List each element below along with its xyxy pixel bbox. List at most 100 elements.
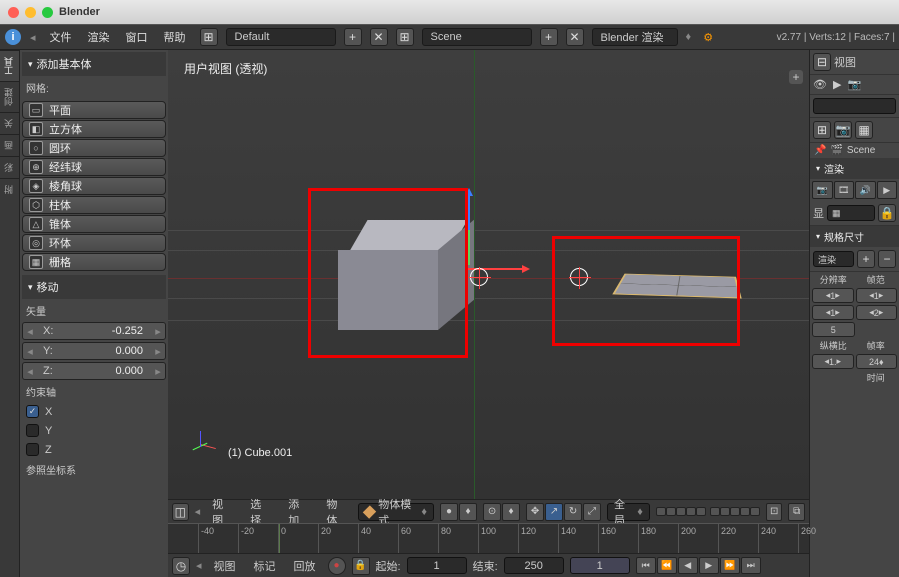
res-pct-field[interactable]: 5	[812, 322, 855, 337]
scene-field[interactable]: Scene	[422, 28, 532, 46]
layers-grid[interactable]	[656, 507, 760, 516]
preset-add-icon[interactable]: +	[857, 250, 875, 268]
engine-dropdown[interactable]: Blender 渲染	[592, 28, 678, 46]
minimize-window-icon[interactable]	[25, 7, 36, 18]
outliner-view-label[interactable]: 视图	[834, 54, 896, 70]
tab-create[interactable]: 创建	[0, 81, 19, 112]
tab-animation[interactable]: 画	[0, 134, 19, 156]
properties-editor-icon[interactable]: ⊞	[813, 121, 831, 139]
scene-add-icon[interactable]: +	[540, 28, 558, 46]
scene-browse-icon[interactable]: ⊞	[396, 28, 414, 46]
next-key-icon[interactable]: ⏩	[720, 557, 740, 574]
mesh-cylinder-button[interactable]: ⬡柱体	[22, 196, 166, 214]
layout-add-icon[interactable]: +	[344, 28, 362, 46]
scene-node[interactable]: 📌 🎬 Scene	[810, 143, 899, 158]
vec-x-field[interactable]: ◂X:-0.252▸	[22, 322, 166, 340]
tab-tools[interactable]: 工具	[0, 50, 19, 81]
render-panel-header[interactable]: 渲染	[810, 158, 899, 179]
lock-icon[interactable]: 🔒	[352, 557, 370, 575]
menu-tl-marker[interactable]: 标记	[248, 556, 282, 576]
render-context-icon[interactable]: 📷	[834, 121, 852, 139]
menu-help[interactable]: 帮助	[158, 26, 192, 48]
layout-remove-icon[interactable]: ✕	[370, 28, 388, 46]
mesh-circle-button[interactable]: ○圆环	[22, 139, 166, 157]
manipulator-rotate-icon[interactable]: ↻	[564, 503, 582, 521]
current-frame-field[interactable]: 1	[570, 557, 630, 574]
gizmo-z-axis-icon[interactable]	[468, 190, 470, 230]
properties-toggle-icon[interactable]: +	[789, 70, 803, 84]
mesh-cube-button[interactable]: ◧立方体	[22, 120, 166, 138]
mesh-cone-button[interactable]: △锥体	[22, 215, 166, 233]
menu-tl-playback[interactable]: 回放	[288, 556, 322, 576]
pin-icon[interactable]: 📌	[814, 145, 826, 156]
play-button[interactable]: ▶	[877, 181, 898, 199]
tab-grease[interactable]: 附	[0, 178, 19, 200]
preset-dropdown[interactable]: 渲染	[813, 251, 854, 267]
res-y-field[interactable]: ◂ 1 ▸	[812, 305, 854, 320]
mesh-plane-button[interactable]: ▭平面	[22, 101, 166, 119]
preset-remove-icon[interactable]: −	[878, 250, 896, 268]
layout-field[interactable]: Default	[226, 28, 336, 46]
prev-key-icon[interactable]: ⏪	[657, 557, 677, 574]
vec-z-field[interactable]: ◂Z:0.000▸	[22, 362, 166, 380]
tab-physics[interactable]: 彩	[0, 156, 19, 178]
lock-camera-icon[interactable]: ⊡	[766, 503, 783, 521]
layout-browse-icon[interactable]: ⊞	[200, 28, 218, 46]
vec-y-field[interactable]: ◂Y:0.000▸	[22, 342, 166, 360]
end-frame-field[interactable]: 250	[504, 557, 564, 574]
menu-render[interactable]: 渲染	[82, 26, 116, 48]
constraint-x-checkbox[interactable]: ✓X	[22, 403, 166, 420]
tab-relations[interactable]: 关	[0, 112, 19, 134]
outliner-search[interactable]	[810, 95, 899, 118]
audio-button[interactable]: 🔊	[855, 181, 876, 199]
menu-file[interactable]: 文件	[44, 26, 78, 48]
maximize-window-icon[interactable]	[42, 7, 53, 18]
play-reverse-icon[interactable]: ◀	[678, 557, 698, 574]
fps-field[interactable]: 24 ♦	[856, 354, 898, 369]
mesh-icosphere-button[interactable]: ◈棱角球	[22, 177, 166, 195]
constraint-y-checkbox[interactable]: Y	[22, 422, 166, 439]
snap-icon[interactable]: ⧉	[788, 503, 805, 521]
3d-cursor-icon[interactable]	[470, 268, 488, 286]
close-window-icon[interactable]	[8, 7, 19, 18]
manipulator-toggle-icon[interactable]: ✥	[526, 503, 544, 521]
res-x-field[interactable]: ◂ 1 ▸	[812, 288, 854, 303]
pivot-icon[interactable]: ⊙	[483, 503, 501, 521]
display-dropdown[interactable]: ▦	[827, 205, 875, 221]
add-primitive-panel-header[interactable]: 添加基本体	[22, 52, 166, 76]
cursor-icon[interactable]: ▶	[833, 78, 841, 91]
3d-viewport[interactable]: 用户视图 (透视) + (1) Cube.001	[168, 50, 809, 499]
outliner-editor-icon[interactable]: ⊟	[813, 53, 831, 71]
shading-dropdown-icon[interactable]: ♦	[459, 503, 477, 521]
scene-remove-icon[interactable]: ✕	[566, 28, 584, 46]
play-icon[interactable]: ▶	[699, 557, 719, 574]
start-frame-field[interactable]: 1	[407, 557, 467, 574]
timeline-ruler[interactable]: -40-200204060801001201401601802002202402…	[168, 523, 809, 553]
editor-type-icon[interactable]: ◷	[172, 557, 190, 575]
manipulator-translate-icon[interactable]: ↗	[545, 503, 563, 521]
frame-end-field[interactable]: ◂ 2 ▸	[856, 305, 898, 320]
mode-dropdown[interactable]: 物体模式♦	[358, 503, 434, 521]
gizmo-y-axis-icon[interactable]	[468, 230, 470, 265]
jump-start-icon[interactable]: ⏮	[636, 557, 656, 574]
jump-end-icon[interactable]: ⏭	[741, 557, 761, 574]
layers-context-icon[interactable]: ▦	[855, 121, 873, 139]
mesh-torus-button[interactable]: ◎环体	[22, 234, 166, 252]
lock-ui-icon[interactable]: 🔒	[878, 204, 896, 222]
camera-icon[interactable]: 📷	[847, 78, 861, 91]
frame-start-field[interactable]: ◂ 1 ▸	[856, 288, 898, 303]
aspect-field[interactable]: ◂ 1. ▸	[812, 354, 854, 369]
eye-icon[interactable]: 👁	[813, 78, 827, 91]
autokey-icon[interactable]: ●	[328, 557, 346, 575]
pivot-dropdown-icon[interactable]: ♦	[502, 503, 520, 521]
menu-window[interactable]: 窗口	[120, 26, 154, 48]
constraint-z-checkbox[interactable]: Z	[22, 441, 166, 458]
shading-solid-icon[interactable]: ●	[440, 503, 458, 521]
mesh-grid-button[interactable]: ▦栅格	[22, 253, 166, 271]
operator-panel-header[interactable]: 移动	[22, 275, 166, 299]
anim-button[interactable]: 🎞	[834, 181, 855, 199]
window-controls[interactable]	[8, 7, 53, 18]
manipulator-scale-icon[interactable]: ⤢	[583, 503, 601, 521]
menu-tl-view[interactable]: 视图	[208, 556, 242, 576]
mesh-uvsphere-button[interactable]: ⊕经纬球	[22, 158, 166, 176]
